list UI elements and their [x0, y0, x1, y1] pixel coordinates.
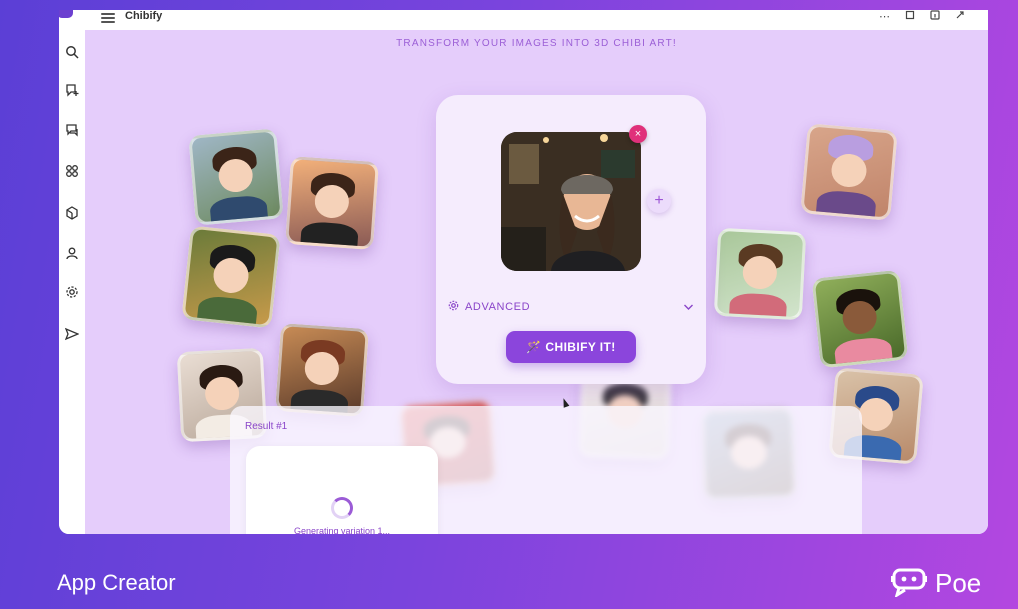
- remove-photo-button[interactable]: ×: [629, 125, 647, 143]
- loading-spinner-icon: [331, 497, 353, 519]
- apps-icon[interactable]: [59, 161, 85, 181]
- expand-icon[interactable]: [955, 10, 965, 24]
- example-chibi-braids: [811, 269, 909, 369]
- poe-logo-icon: [889, 565, 929, 602]
- example-chibi-guitar: [188, 128, 284, 226]
- result-card: Generating variation 1...: [246, 446, 438, 534]
- gear-icon: [448, 298, 459, 316]
- example-chibi-mother-child: [275, 323, 369, 417]
- result-panel: Result #1 Generating variation 1...: [230, 406, 862, 534]
- example-chibi-glasses: [181, 225, 281, 329]
- chevron-down-icon[interactable]: [683, 298, 694, 316]
- search-icon[interactable]: [59, 42, 85, 62]
- bots-icon[interactable]: [59, 203, 85, 223]
- generation-status: Generating variation 1...: [293, 526, 391, 534]
- app-creator-label: App Creator: [57, 570, 176, 595]
- poe-wordmark: Poe: [935, 567, 982, 598]
- advanced-label: ADVANCED: [465, 301, 531, 313]
- app-avatar[interactable]: [59, 10, 73, 18]
- chibify-button[interactable]: 🪄 CHIBIFY IT!: [506, 331, 636, 363]
- copy-icon[interactable]: [905, 10, 915, 24]
- profile-icon[interactable]: [59, 243, 85, 263]
- window-topbar: Chibify ⋯: [59, 10, 988, 31]
- more-icon[interactable]: ⋯: [879, 10, 890, 24]
- example-chibi-sunset: [285, 156, 379, 250]
- settings-icon[interactable]: [59, 282, 85, 302]
- send-icon[interactable]: [59, 324, 85, 344]
- example-chibi-garden: [713, 227, 807, 321]
- sidebar: [59, 30, 86, 534]
- app-window: Chibify ⋯ TRANSFORM YOUR IMAGES INTO 3D …: [59, 10, 988, 534]
- example-chibi-bucket-hat: [800, 123, 898, 221]
- main-canvas: TRANSFORM YOUR IMAGES INTO 3D CHIBI ART!: [85, 30, 988, 534]
- app-title: Chibify: [125, 10, 163, 22]
- result-label: Result #1: [245, 421, 288, 432]
- menu-icon[interactable]: [101, 11, 115, 25]
- uploaded-photo[interactable]: [501, 132, 641, 271]
- poe-brand: Poe: [889, 565, 982, 602]
- new-chat-icon[interactable]: [59, 80, 85, 100]
- info-icon[interactable]: [930, 10, 940, 24]
- advanced-toggle[interactable]: ADVANCED: [448, 299, 694, 315]
- chat-list-icon[interactable]: [59, 120, 85, 140]
- upload-card: × + ADVANCED 🪄 CHIBIFY IT!: [436, 95, 706, 384]
- add-photo-button[interactable]: +: [647, 189, 671, 213]
- tagline: TRANSFORM YOUR IMAGES INTO 3D CHIBI ART!: [396, 38, 677, 49]
